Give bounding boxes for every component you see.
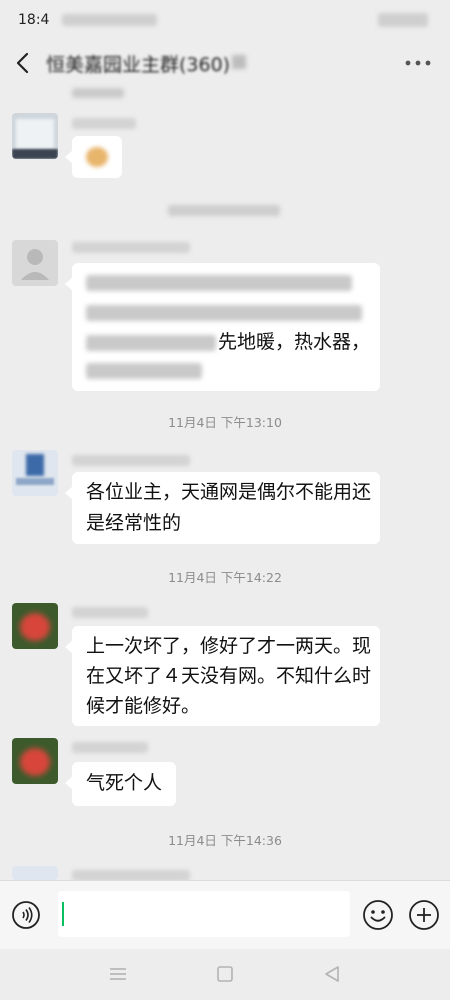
- default-avatar-icon[interactable]: [12, 240, 58, 286]
- timestamp: 11月4日 下午13:10: [168, 415, 282, 430]
- sender-name: [72, 118, 136, 129]
- back-triangle-icon[interactable]: [321, 963, 343, 985]
- sender-name: [72, 742, 148, 753]
- timestamp: 11月4日 下午14:36: [168, 833, 282, 848]
- status-notification-icons: [62, 14, 157, 26]
- message-bubble[interactable]: 上一次坏了，修好了才一两天。现 在又坏了４天没有网。不知什么时 候才能修好。: [65, 626, 380, 726]
- emoji-sticker: [86, 147, 108, 167]
- system-nav-bar: [0, 949, 450, 1000]
- plus-icon[interactable]: [408, 899, 440, 931]
- message-line: 上一次坏了，修好了才一两天。现: [86, 635, 372, 657]
- text-cursor: [62, 902, 64, 926]
- mute-icon: [232, 55, 246, 69]
- blurred-text: [86, 335, 216, 351]
- chat-title: 恒美嘉园业主群(360): [46, 54, 231, 76]
- timestamp: 11月4日 下午14:22: [168, 570, 282, 585]
- sender-name: [72, 242, 190, 253]
- emoji-icon[interactable]: [362, 899, 394, 931]
- blurred-text: [86, 363, 202, 379]
- avatar[interactable]: [12, 113, 58, 159]
- message-input[interactable]: [58, 891, 350, 937]
- avatar[interactable]: [12, 450, 58, 496]
- avatar[interactable]: [12, 603, 58, 649]
- message-line: 在又坏了４天没有网。不知什么时: [86, 665, 372, 687]
- blurred-content: [72, 88, 124, 98]
- message-line: 候才能修好。: [86, 695, 201, 717]
- home-icon[interactable]: [214, 963, 236, 985]
- message-bubble[interactable]: [65, 136, 122, 178]
- message-line: 是经常性的: [86, 512, 182, 534]
- chevron-left-icon[interactable]: [12, 50, 34, 76]
- input-bar: [0, 880, 450, 949]
- sender-name: [72, 607, 148, 618]
- avatar[interactable]: [12, 738, 58, 784]
- avatar[interactable]: [12, 866, 58, 880]
- menu-icon[interactable]: [107, 963, 129, 985]
- blurred-text: [86, 275, 352, 291]
- status-time: 18:4: [18, 12, 50, 28]
- message-text: 先地暖，热水器，: [218, 331, 371, 353]
- more-dots-icon[interactable]: [404, 56, 432, 70]
- message-bubble[interactable]: 先地暖，热水器，: [65, 263, 380, 391]
- message-text: 气死个人: [86, 772, 163, 794]
- voice-icon[interactable]: [11, 900, 41, 930]
- message-line: 各位业主，天通网是偶尔不能用还: [86, 481, 372, 503]
- message-bubble[interactable]: 各位业主，天通网是偶尔不能用还 是经常性的: [65, 472, 380, 544]
- sender-name: [72, 455, 190, 466]
- status-battery-icon: [378, 13, 428, 27]
- message-bubble[interactable]: 气死个人: [65, 762, 176, 806]
- blurred-timestamp: [168, 205, 280, 216]
- blurred-text: [86, 305, 362, 321]
- status-bar: 18:4: [0, 0, 450, 40]
- chat-header: 恒美嘉园业主群(360): [0, 40, 450, 88]
